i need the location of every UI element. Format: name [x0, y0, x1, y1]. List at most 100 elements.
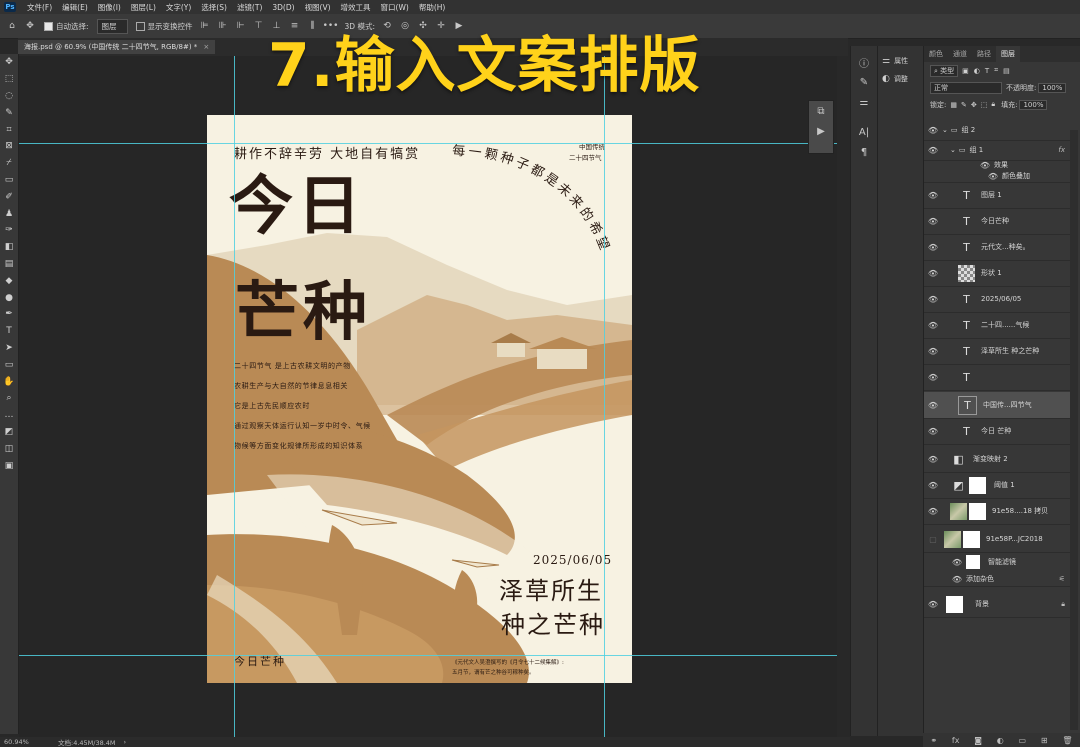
eye-icon[interactable]: 👁︎ — [924, 600, 942, 609]
align-right-icon[interactable]: ⊩ — [235, 20, 247, 32]
properties-tab[interactable]: ⚌ 属性 — [878, 52, 923, 70]
info-icon[interactable]: ⓘ — [851, 52, 877, 72]
brush-tool-icon[interactable]: ✐ — [0, 188, 18, 205]
menu-layer[interactable]: 图层(L) — [126, 2, 161, 13]
rectangle-tool-icon[interactable]: ▭ — [0, 356, 18, 373]
poster-canvas[interactable]: 耕作不辞辛劳 大地自有犒赏 每一颗种子都是未来的希望 中国传统 二十四节气 今日… — [207, 115, 632, 683]
history-icon[interactable]: ⧉ — [809, 101, 833, 121]
chevron-down-icon[interactable]: ⌄ — [942, 126, 948, 134]
fx-icon[interactable]: fx — [1058, 146, 1065, 154]
dodge-tool-icon[interactable]: ● — [0, 289, 18, 306]
filter-options-icon[interactable]: ⚟ — [1059, 575, 1065, 583]
marquee-tool-icon[interactable]: ⬚ — [0, 71, 18, 88]
home-icon[interactable]: ⌂ — [6, 20, 18, 32]
layer-row[interactable]: 👁︎ T 2025/06/05 — [924, 286, 1071, 313]
color-swatches-icon[interactable]: ◩ — [0, 424, 18, 441]
eye-icon[interactable]: 👁︎ — [924, 217, 942, 226]
blur-tool-icon[interactable]: ◆ — [0, 272, 18, 289]
zoom-level[interactable]: 60.94% — [4, 738, 50, 746]
eye-icon[interactable]: 👁︎ — [924, 243, 942, 252]
poster-body-line-3[interactable]: 它是上古先民顺应农时 — [234, 401, 310, 411]
poster-body-line-5[interactable]: 物候等方面变化规律所形成的知识体系 — [234, 441, 363, 451]
menu-image[interactable]: 图像(I) — [93, 2, 126, 13]
lock-artboard-icon[interactable]: ⬚ — [981, 101, 988, 109]
healing-brush-icon[interactable]: ▭ — [0, 172, 18, 189]
screen-mode-icon[interactable]: ▣ — [0, 457, 18, 474]
filter-mask-thumb[interactable] — [966, 555, 980, 569]
lock-icon[interactable]: 🔒︎ — [1061, 600, 1065, 609]
poster-footer-small1[interactable]: 《元代文人吴澄撰写的《月令七十二候集解》: — [452, 658, 564, 666]
layer-row[interactable]: 👁︎ T 今日芒种 — [924, 208, 1071, 235]
eye-icon[interactable]: 👁︎ — [924, 427, 942, 436]
menu-help[interactable]: 帮助(H) — [414, 2, 451, 13]
menu-select[interactable]: 选择(S) — [196, 2, 232, 13]
menu-plugins[interactable]: 增效工具 — [336, 2, 376, 13]
layer-row[interactable]: 👁︎ T 元代文...种矣。 — [924, 234, 1071, 261]
poster-body-line-4[interactable]: 通过观察天体运行认知一岁中时令、气候 — [234, 421, 371, 431]
auto-select-dropdown[interactable]: 图层 — [96, 18, 128, 34]
frame-tool-icon[interactable]: ⊠ — [0, 138, 18, 155]
hand-tool-icon[interactable]: ✋ — [0, 373, 18, 390]
zoom-tool-icon[interactable]: ⌕ — [0, 390, 18, 407]
lock-all-icon[interactable]: 🔒︎ — [991, 100, 995, 109]
poster-slogan-line1[interactable]: 泽草所生 — [499, 571, 603, 606]
move-tool-icon[interactable]: ✥ — [0, 54, 18, 71]
eye-icon[interactable]: 👁︎ — [924, 321, 942, 330]
layer-row[interactable]: 👁︎ T 图层 1 — [924, 182, 1071, 209]
menu-type[interactable]: 文字(Y) — [161, 2, 196, 13]
align-left-icon[interactable]: ⊫ — [199, 20, 211, 32]
adjustment-layer-icon[interactable]: ◐ — [997, 736, 1004, 745]
layer-row-group-1[interactable]: 👁︎ ⌄ ▭ 组 1 fx — [924, 140, 1071, 161]
auto-select-checkbox[interactable] — [44, 21, 53, 31]
layer-row-background[interactable]: 👁︎ 背景 🔒︎ — [924, 591, 1071, 618]
align-top-icon[interactable]: ⊤ — [253, 20, 265, 32]
layer-filter-dropdown[interactable]: ⌕ 类型 — [930, 64, 959, 77]
status-arrow-icon[interactable]: › — [124, 738, 127, 746]
layer-row[interactable]: ▢ 91e58P...JC2018 — [924, 526, 1071, 553]
poster-corner-line2[interactable]: 二十四节气 — [569, 152, 602, 162]
eye-icon[interactable]: 👁︎ — [924, 401, 942, 410]
layer-row[interactable]: 👁︎ T 二十四......气候 — [924, 312, 1071, 339]
transform-controls-checkbox[interactable] — [135, 21, 145, 31]
eye-icon[interactable]: 👁︎ — [924, 126, 942, 135]
move-tool-icon[interactable]: ✥ — [24, 20, 36, 32]
adjust-sliders-icon[interactable]: ⚌ — [851, 92, 877, 112]
opacity-input[interactable]: 100% — [1038, 82, 1067, 93]
layer-row-group-2[interactable]: 👁︎ ⌄ ▭ 组 2 — [924, 120, 1071, 141]
eye-icon[interactable]: 👁︎ — [948, 575, 966, 584]
poster-body-line-1[interactable]: 二十四节气 是上古农耕文明的产物 — [234, 361, 351, 371]
layer-row[interactable]: 👁︎ T 泽草所生 种之芒种 — [924, 338, 1071, 365]
history-brush-icon[interactable]: ✑ — [0, 222, 18, 239]
quick-mask-icon[interactable]: ◫ — [0, 440, 18, 457]
layer-mask-thumb[interactable] — [969, 476, 986, 494]
poster-body-line-2[interactable]: 农耕生产与大自然的节律息息相关 — [234, 381, 348, 391]
link-layers-icon[interactable]: ⚭ — [930, 736, 937, 745]
eye-icon[interactable]: 👁︎ — [948, 558, 966, 567]
filter-pixel-icon[interactable]: ▣ — [962, 67, 969, 75]
path-select-icon[interactable]: ➤ — [0, 340, 18, 357]
close-icon[interactable]: × — [203, 43, 209, 51]
layer-row[interactable]: 👁︎ ◩ 阈值 1 — [924, 472, 1071, 499]
lasso-tool-icon[interactable]: ◌ — [0, 88, 18, 105]
new-group-icon[interactable]: ▭ — [1019, 736, 1027, 745]
character-icon[interactable]: A| — [851, 122, 877, 142]
layer-mask-thumb[interactable] — [963, 530, 980, 548]
filter-smart-icon[interactable]: ▤ — [1003, 67, 1010, 75]
layer-row[interactable]: 👁︎ 91e58....18 拷贝 — [924, 498, 1071, 525]
align-center-icon[interactable]: ⊪ — [217, 20, 229, 32]
fill-input[interactable]: 100% — [1019, 99, 1048, 110]
fx-menu-icon[interactable]: fx — [952, 736, 960, 745]
brush-settings-icon[interactable]: ✎ — [851, 72, 877, 92]
eyedropper-icon[interactable]: ⌿ — [0, 155, 18, 172]
more-tools-icon[interactable]: … — [0, 407, 18, 424]
menu-3d[interactable]: 3D(D) — [267, 3, 299, 12]
layer-row[interactable]: 👁︎ 形状 1 — [924, 260, 1071, 287]
eye-icon[interactable]: 👁︎ — [924, 146, 942, 155]
lock-pixels-icon[interactable]: ▦ — [950, 101, 957, 109]
pen-tool-icon[interactable]: ✒ — [0, 306, 18, 323]
filter-shape-icon[interactable]: ⌗ — [994, 66, 998, 75]
menu-file[interactable]: 文件(F) — [22, 2, 57, 13]
layer-row-selected[interactable]: 👁︎ T 中国传...四节气 — [924, 392, 1071, 419]
play-icon[interactable]: ▶ — [809, 121, 833, 141]
quick-select-icon[interactable]: ✎ — [0, 104, 18, 121]
